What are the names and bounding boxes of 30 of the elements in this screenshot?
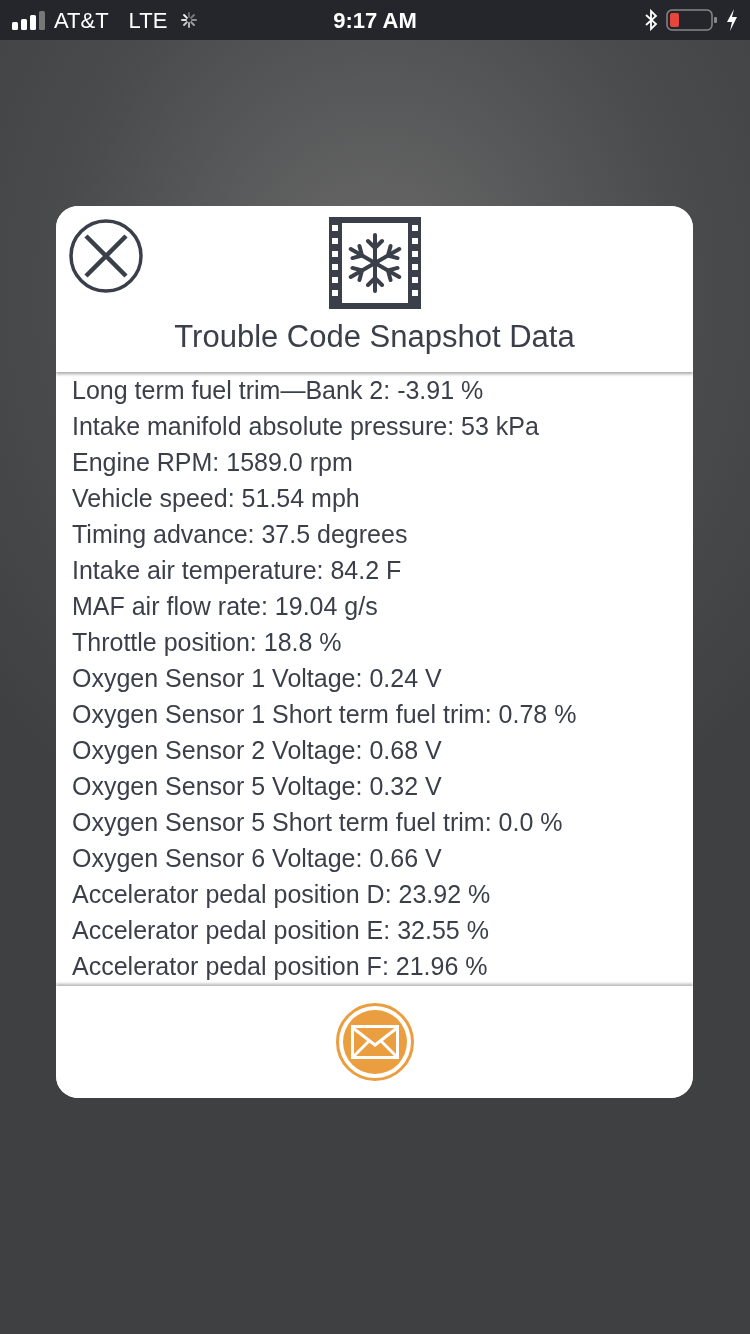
data-row-text: Vehicle speed: 51.54 mph [72,483,361,514]
envelope-icon [350,1025,399,1059]
dialog-title: Trouble Code Snapshot Data [174,321,575,352]
data-row-text: Intake air temperature: 84.2 F [72,555,403,586]
data-row-text: Engine RPM: 1589.0 rpm [72,447,354,478]
bluetooth-icon [644,9,658,31]
data-row-text: Oxygen Sensor 1 Voltage: 0.24 V [72,663,443,694]
data-row-text: MAF air flow rate: 19.04 g/s [72,591,379,622]
data-row-text: Long term fuel trim—Bank 2: -3.91 % [72,375,485,406]
data-row-text: Oxygen Sensor 6 Voltage: 0.66 V [72,843,443,874]
charging-bolt-icon [726,9,738,31]
close-button[interactable] [69,219,143,293]
data-row-text: Throttle position: 18.8 % [72,627,343,658]
clock: 9:17 AM [332,6,418,35]
data-row-text: Oxygen Sensor 5 Voltage: 0.32 V [72,771,443,802]
data-row-text: Accelerator pedal position F: 21.96 % [72,951,489,982]
data-row-text: Accelerator pedal position E: 32.55 % [72,915,490,946]
carrier: AT&T [54,6,109,35]
data-row-text: Oxygen Sensor 1 Short term fuel trim: 0.78 % [72,699,578,730]
data-row-text: Oxygen Sensor 2 Voltage: 0.68 V [72,735,443,766]
network-type: LTE [128,6,168,35]
data-row-text: Accelerator pedal position D: 23.92 % [72,879,492,910]
close-icon [69,219,143,293]
data-row-text: Oxygen Sensor 5 Short term fuel trim: 0.0 % [72,807,564,838]
film-snowflake-icon [328,217,421,309]
activity-spinner-icon [179,10,200,30]
signal-icon [12,10,46,30]
data-row-text: Intake manifold absolute pressure: 53 kPa [72,411,540,442]
data-row-text: Timing advance: 37.5 degrees [72,519,409,550]
battery-icon [666,9,718,31]
